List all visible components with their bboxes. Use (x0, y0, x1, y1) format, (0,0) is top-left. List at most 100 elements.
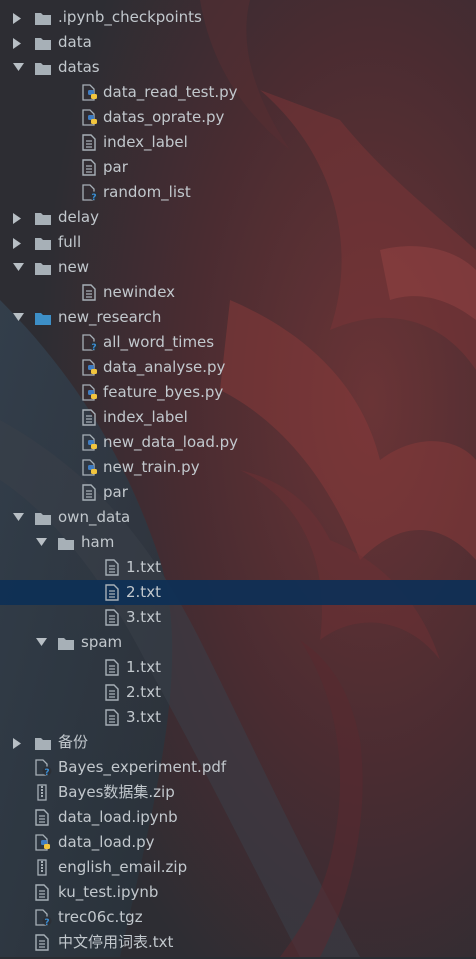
tree-folder-row[interactable]: own_data (0, 505, 476, 530)
folder-icon (34, 34, 52, 51)
tree-item-label: datas (58, 58, 100, 76)
folder-icon (34, 259, 52, 276)
tree-file-row[interactable]: data_read_test.py (0, 80, 476, 105)
tree-folder-row[interactable]: new_research (0, 305, 476, 330)
tree-item-label: 中文停用词表.txt (58, 933, 174, 951)
svg-text:?: ? (91, 343, 96, 351)
tree-file-row[interactable]: new_data_load.py (0, 430, 476, 455)
folder-icon (34, 9, 52, 26)
chevron-right-icon[interactable] (12, 730, 24, 755)
tree-file-row[interactable]: datas_oprate.py (0, 105, 476, 130)
tree-file-row[interactable]: 3.txt (0, 705, 476, 730)
tree-item-label: data_load.ipynb (58, 808, 178, 826)
tree-item-label: data (58, 33, 92, 51)
archive-file-icon (35, 859, 53, 876)
tree-folder-row[interactable]: full (0, 230, 476, 255)
text-file-icon (82, 134, 100, 151)
tree-folder-row[interactable]: data (0, 30, 476, 55)
chevron-right-icon[interactable] (12, 205, 24, 230)
tree-file-row[interactable]: data_load.ipynb (0, 805, 476, 830)
text-file-icon (35, 884, 53, 901)
tree-file-row[interactable]: ? Bayes_experiment.pdf (0, 755, 476, 780)
chevron-down-icon[interactable] (12, 55, 24, 80)
tree-file-row[interactable]: ? all_word_times (0, 330, 476, 355)
tree-file-row[interactable]: 3.txt (0, 605, 476, 630)
tree-file-row[interactable]: 中文停用词表.txt (0, 930, 476, 955)
chevron-right-icon[interactable] (12, 230, 24, 255)
text-file-icon (82, 409, 100, 426)
tree-folder-row[interactable]: .ipynb_checkpoints (0, 5, 476, 30)
tree-item-label: full (58, 233, 82, 251)
text-file-icon (35, 809, 53, 826)
tree-item-label: new_research (58, 308, 162, 326)
text-file-icon (105, 584, 123, 601)
tree-item-label: data_load.py (58, 833, 155, 851)
text-file-icon (105, 609, 123, 626)
tree-item-label: trec06c.tgz (58, 908, 143, 926)
tree-item-label: Bayes_experiment.pdf (58, 758, 227, 776)
tree-file-row[interactable]: ? trec06c.tgz (0, 905, 476, 930)
tree-file-row[interactable]: data_load.py (0, 830, 476, 855)
text-file-icon (105, 684, 123, 701)
tree-folder-row[interactable]: delay (0, 205, 476, 230)
archive-file-icon (35, 784, 53, 801)
python-file-icon (82, 359, 100, 376)
tree-file-row[interactable]: ku_test.ipynb (0, 880, 476, 905)
python-file-icon (82, 84, 100, 101)
tree-file-row[interactable]: ? random_list (0, 180, 476, 205)
tree-folder-row[interactable]: new (0, 255, 476, 280)
text-file-icon (35, 934, 53, 951)
tree-file-row[interactable]: english_email.zip (0, 855, 476, 880)
tree-folder-row[interactable]: 备份 (0, 730, 476, 755)
text-file-icon (105, 709, 123, 726)
tree-item-label: data_read_test.py (103, 83, 238, 101)
tree-file-row[interactable]: Bayes数据集.zip (0, 780, 476, 805)
tree-item-label: Bayes数据集.zip (58, 783, 175, 801)
chevron-down-icon[interactable] (12, 255, 24, 280)
tree-file-row[interactable]: 2.txt (0, 580, 476, 605)
tree-item-label: data_analyse.py (103, 358, 226, 376)
chevron-down-icon[interactable] (35, 630, 47, 655)
tree-item-label: par (103, 158, 128, 176)
tree-file-row[interactable]: 1.txt (0, 655, 476, 680)
text-file-icon (82, 284, 100, 301)
tree-item-label: 3.txt (126, 608, 161, 626)
unknown-file-icon: ? (82, 184, 100, 203)
folder-icon (34, 59, 52, 76)
python-file-icon (82, 384, 100, 401)
python-file-icon (35, 834, 53, 851)
tree-file-row[interactable]: 2.txt (0, 680, 476, 705)
tree-file-row[interactable]: new_train.py (0, 455, 476, 480)
tree-file-row[interactable]: par (0, 155, 476, 180)
text-file-icon (105, 659, 123, 676)
chevron-right-icon[interactable] (12, 5, 24, 30)
folder-icon (34, 734, 52, 751)
folder-icon (57, 634, 75, 651)
tree-file-row[interactable]: index_label (0, 130, 476, 155)
svg-text:?: ? (44, 768, 49, 776)
tree-folder-row[interactable]: spam (0, 630, 476, 655)
project-file-tree: .ipynb_checkpointsdata datas data_read_tes… (0, 5, 476, 955)
tree-item-label: index_label (103, 133, 188, 151)
tree-item-label: all_word_times (103, 333, 215, 351)
chevron-down-icon[interactable] (12, 505, 24, 530)
tree-item-label: 2.txt (126, 683, 161, 701)
chevron-right-icon[interactable] (12, 30, 24, 55)
tree-item-label: new_data_load.py (103, 433, 239, 451)
tree-item-label: 备份 (58, 733, 89, 751)
tree-file-row[interactable]: data_analyse.py (0, 355, 476, 380)
tree-file-row[interactable]: 1.txt (0, 555, 476, 580)
tree-folder-row[interactable]: ham (0, 530, 476, 555)
tree-file-row[interactable]: index_label (0, 405, 476, 430)
tree-item-label: new (58, 258, 90, 276)
chevron-down-icon[interactable] (35, 530, 47, 555)
tree-file-row[interactable]: feature_byes.py (0, 380, 476, 405)
tree-item-label: par (103, 483, 128, 501)
folder-icon (34, 234, 52, 251)
tree-file-row[interactable]: newindex (0, 280, 476, 305)
unknown-file-icon: ? (35, 759, 53, 778)
tree-folder-row[interactable]: datas (0, 55, 476, 80)
chevron-down-icon[interactable] (12, 305, 24, 330)
tree-file-row[interactable]: par (0, 480, 476, 505)
tree-item-label: delay (58, 208, 99, 226)
